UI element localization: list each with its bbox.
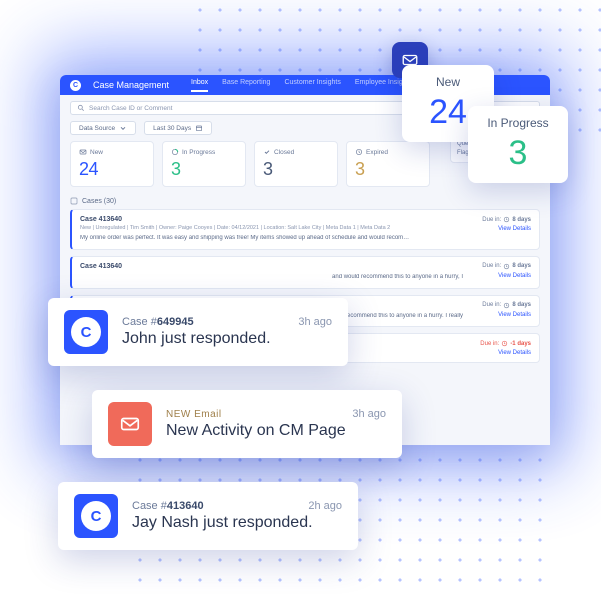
- cases-count-label: Cases (30): [82, 198, 116, 205]
- logo-icon: C: [71, 317, 101, 347]
- filter-data-source[interactable]: Data Source: [70, 121, 136, 135]
- toast-badge: [108, 402, 152, 446]
- calendar-icon: [195, 124, 203, 132]
- case-due: Due in: 8 days: [482, 263, 531, 270]
- stat-card-expired[interactable]: Expired 3: [346, 141, 430, 187]
- toast-case-response[interactable]: C Case #413640 2h ago Jay Nash just resp…: [58, 482, 358, 550]
- checkbox-icon[interactable]: [70, 197, 78, 205]
- toast-time: 2h ago: [308, 500, 342, 512]
- filter-date-range[interactable]: Last 30 Days: [144, 121, 212, 135]
- check-icon: [263, 148, 271, 156]
- stat-value: 3: [263, 159, 329, 180]
- chevron-down-icon: [119, 124, 127, 132]
- toast-time: 3h ago: [298, 316, 332, 328]
- stat-label: New: [90, 149, 103, 156]
- tab-base-reporting[interactable]: Base Reporting: [222, 79, 270, 92]
- clock-icon: [503, 263, 510, 270]
- stat-label: Expired: [366, 149, 388, 156]
- app-logo: C: [70, 80, 81, 91]
- callout-in-progress: In Progress 3: [468, 106, 568, 183]
- toast-new-email[interactable]: NEW Email 3h ago New Activity on CM Page: [92, 390, 402, 458]
- stat-value: 3: [355, 159, 421, 180]
- callout-value: 3: [486, 134, 550, 173]
- view-details-link[interactable]: View Details: [498, 312, 531, 318]
- app-title: Case Management: [93, 80, 169, 90]
- stat-label: Closed: [274, 149, 294, 156]
- toast-time: 3h ago: [352, 408, 386, 420]
- tab-inbox[interactable]: Inbox: [191, 79, 208, 92]
- clock-icon: [503, 302, 510, 309]
- toast-case-response[interactable]: C Case #649945 3h ago John just responde…: [48, 298, 348, 366]
- case-row[interactable]: Case 413640 New | Unregulated | Tim Smit…: [70, 209, 540, 250]
- toast-message: New Activity on CM Page: [166, 422, 386, 440]
- case-meta: New | Unregulated | Tim Smith | Owner: P…: [80, 225, 463, 231]
- toast-case-number: Case #413640: [132, 500, 204, 512]
- toast-message: Jay Nash just responded.: [132, 514, 342, 532]
- mail-icon: [79, 148, 87, 156]
- case-due-overdue: Due in: -1 days: [480, 340, 531, 347]
- view-details-link[interactable]: View Details: [498, 273, 531, 279]
- cases-header: Cases (30): [60, 187, 550, 209]
- case-title: Case 413640: [80, 216, 463, 223]
- mail-icon: [119, 413, 141, 435]
- case-due: Due in: 8 days: [482, 216, 531, 223]
- stat-label: In Progress: [182, 149, 215, 156]
- stat-card-new[interactable]: New 24: [70, 141, 154, 187]
- tab-customer-insights[interactable]: Customer Insights: [284, 79, 340, 92]
- callout-label: In Progress: [486, 116, 550, 130]
- filter-date-range-label: Last 30 Days: [153, 125, 191, 132]
- toast-badge: C: [74, 494, 118, 538]
- view-details-link[interactable]: View Details: [498, 350, 531, 356]
- filter-data-source-label: Data Source: [79, 125, 115, 132]
- toast-eyebrow: NEW Email: [166, 409, 222, 420]
- logo-icon: C: [81, 501, 111, 531]
- stat-card-closed[interactable]: Closed 3: [254, 141, 338, 187]
- clock-icon: [355, 148, 363, 156]
- stat-value: 24: [79, 159, 145, 180]
- toast-badge: C: [64, 310, 108, 354]
- case-body: and would recommend this to anyone in a …: [80, 274, 463, 282]
- header-tabs: Inbox Base Reporting Customer Insights E…: [191, 79, 412, 92]
- stat-value: 3: [171, 159, 237, 180]
- case-title: Case 413640: [80, 263, 463, 270]
- stat-card-in-progress[interactable]: In Progress 3: [162, 141, 246, 187]
- case-body: My online order was perfect. It was easy…: [80, 235, 410, 243]
- case-due: Due in: 8 days: [482, 302, 531, 309]
- stats-row: New 24 In Progress 3 Closed 3 Expired 3: [60, 141, 440, 187]
- search-placeholder: Search Case ID or Comment: [89, 105, 172, 112]
- search-icon: [77, 104, 85, 112]
- toast-case-number: Case #649945: [122, 316, 194, 328]
- toast-message: John just responded.: [122, 330, 332, 348]
- clock-icon: [501, 340, 508, 347]
- case-row[interactable]: Case 413640 and would recommend this to …: [70, 256, 540, 289]
- progress-icon: [171, 148, 179, 156]
- view-details-link[interactable]: View Details: [498, 226, 531, 232]
- callout-label: New: [420, 75, 476, 89]
- clock-icon: [503, 216, 510, 223]
